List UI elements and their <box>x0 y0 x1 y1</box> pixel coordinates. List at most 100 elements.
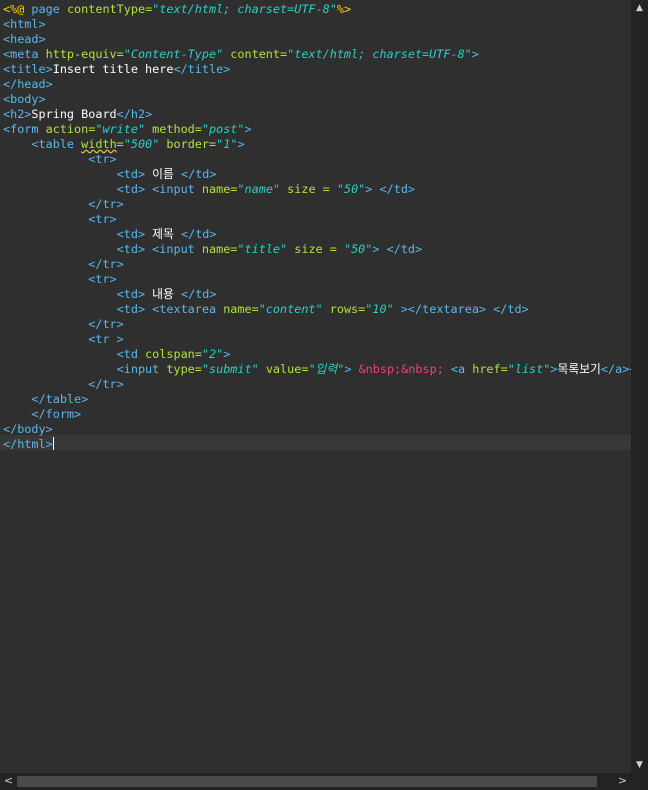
code-line: <head> <box>3 32 46 47</box>
code-line: <td colspan="2"> <box>3 347 231 362</box>
code-line: <td> 이름 </td> <box>3 167 217 182</box>
code-token: size = <box>287 242 344 256</box>
scroll-left-arrow-icon[interactable]: < <box>0 775 17 786</box>
code-token: "submit" <box>201 362 259 376</box>
code-token: </body> <box>3 422 53 436</box>
code-line: </head> <box>3 77 53 92</box>
code-token: "50" <box>343 242 373 256</box>
code-token: </head> <box>3 77 53 91</box>
code-token: <td> <box>116 302 146 316</box>
code-line: <form action="write" method="post"> <box>3 122 252 137</box>
code-token: <input <box>116 362 160 376</box>
code-token: <title> <box>3 62 53 76</box>
code-token: "post" <box>201 122 245 136</box>
code-token: type= <box>159 362 202 376</box>
scroll-right-arrow-icon[interactable]: > <box>614 775 631 786</box>
code-token: > <box>237 137 245 151</box>
code-token: name= <box>194 182 238 196</box>
code-token: > <box>223 347 231 361</box>
code-token: <td> <box>116 167 146 181</box>
text-caret <box>52 437 54 450</box>
code-line: <input type="submit" value="입력"> &nbsp;&… <box>3 362 631 377</box>
code-token: </td> <box>180 227 217 241</box>
code-token: action= <box>38 122 96 136</box>
code-token: <html> <box>3 17 46 31</box>
code-token: <h2> <box>3 107 32 121</box>
code-token: </td> <box>180 287 217 301</box>
code-token: > <box>393 302 408 316</box>
horizontal-scroll-thumb[interactable] <box>17 776 597 787</box>
scroll-down-arrow-icon[interactable]: ▼ <box>631 760 648 770</box>
code-token: value= <box>258 362 309 376</box>
code-token: </form> <box>31 407 82 421</box>
code-token: <input <box>152 182 195 196</box>
code-token: </tr> <box>88 317 124 331</box>
code-line: </tr> <box>3 197 124 212</box>
code-token: border= <box>159 137 217 151</box>
code-token: <body> <box>3 92 46 106</box>
code-token: </table> <box>31 392 89 406</box>
vertical-scrollbar[interactable]: ▲ ▼ <box>631 0 648 773</box>
code-line: </body> <box>3 422 53 437</box>
code-line: <meta http-equiv="Content-Type" content=… <box>3 47 479 62</box>
code-token: <tr <box>88 332 110 346</box>
code-token: name= <box>194 242 238 256</box>
code-line: <%@ page contentType="text/html; charset… <box>3 2 351 17</box>
code-token: size = <box>280 182 337 196</box>
code-token: "name" <box>237 182 281 196</box>
code-token: <tr> <box>88 212 117 226</box>
scroll-up-arrow-icon[interactable]: ▲ <box>631 3 648 13</box>
code-token: <%@ <box>3 2 25 16</box>
horizontal-scrollbar[interactable]: < > <box>0 773 631 790</box>
code-token: "50" <box>336 182 366 196</box>
code-token: </td> <box>180 167 217 181</box>
vertical-scroll-thumb[interactable] <box>635 16 644 755</box>
code-line: <tr> <box>3 152 117 167</box>
code-token: "content" <box>258 302 323 316</box>
code-token: <head> <box>3 32 46 46</box>
code-line: </tr> <box>3 317 124 332</box>
code-token: <textarea <box>152 302 217 316</box>
code-token: </a> <box>600 362 630 376</box>
code-token: name= <box>216 302 259 316</box>
code-line: <tr> <box>3 272 116 287</box>
code-token: = <box>116 137 124 151</box>
code-token: "text/html; charset=UTF-8" <box>152 2 337 16</box>
code-token: "500" <box>123 137 160 151</box>
code-token: %> <box>336 2 352 16</box>
code-line: </form> <box>3 407 81 422</box>
code-editor[interactable]: <%@ page contentType="text/html; charset… <box>0 0 631 773</box>
code-token: "입력" <box>308 362 345 376</box>
code-token: </tr> <box>88 197 124 211</box>
code-token: > <box>372 242 380 256</box>
code-token: </html> <box>3 437 53 451</box>
code-token: </tr> <box>88 377 124 391</box>
code-token: <td <box>116 347 138 361</box>
code-token: Spring Board <box>31 107 117 121</box>
current-line-highlight <box>0 435 631 450</box>
code-token: "write" <box>95 122 146 136</box>
code-token: 목록보기 <box>557 362 601 376</box>
code-token: Insert title here <box>52 62 174 76</box>
code-token: colspan= <box>137 347 202 361</box>
code-token: <td> <box>116 227 146 241</box>
code-line: <table width="500" border="1"> <box>3 137 245 152</box>
code-token: "text/html; charset=UTF-8" <box>287 47 472 61</box>
code-token: <tr> <box>88 152 117 166</box>
code-line: <html> <box>3 17 46 32</box>
code-line: </html> <box>3 437 54 452</box>
code-token: <td> <box>116 182 146 196</box>
code-token: 내용 <box>145 287 181 301</box>
